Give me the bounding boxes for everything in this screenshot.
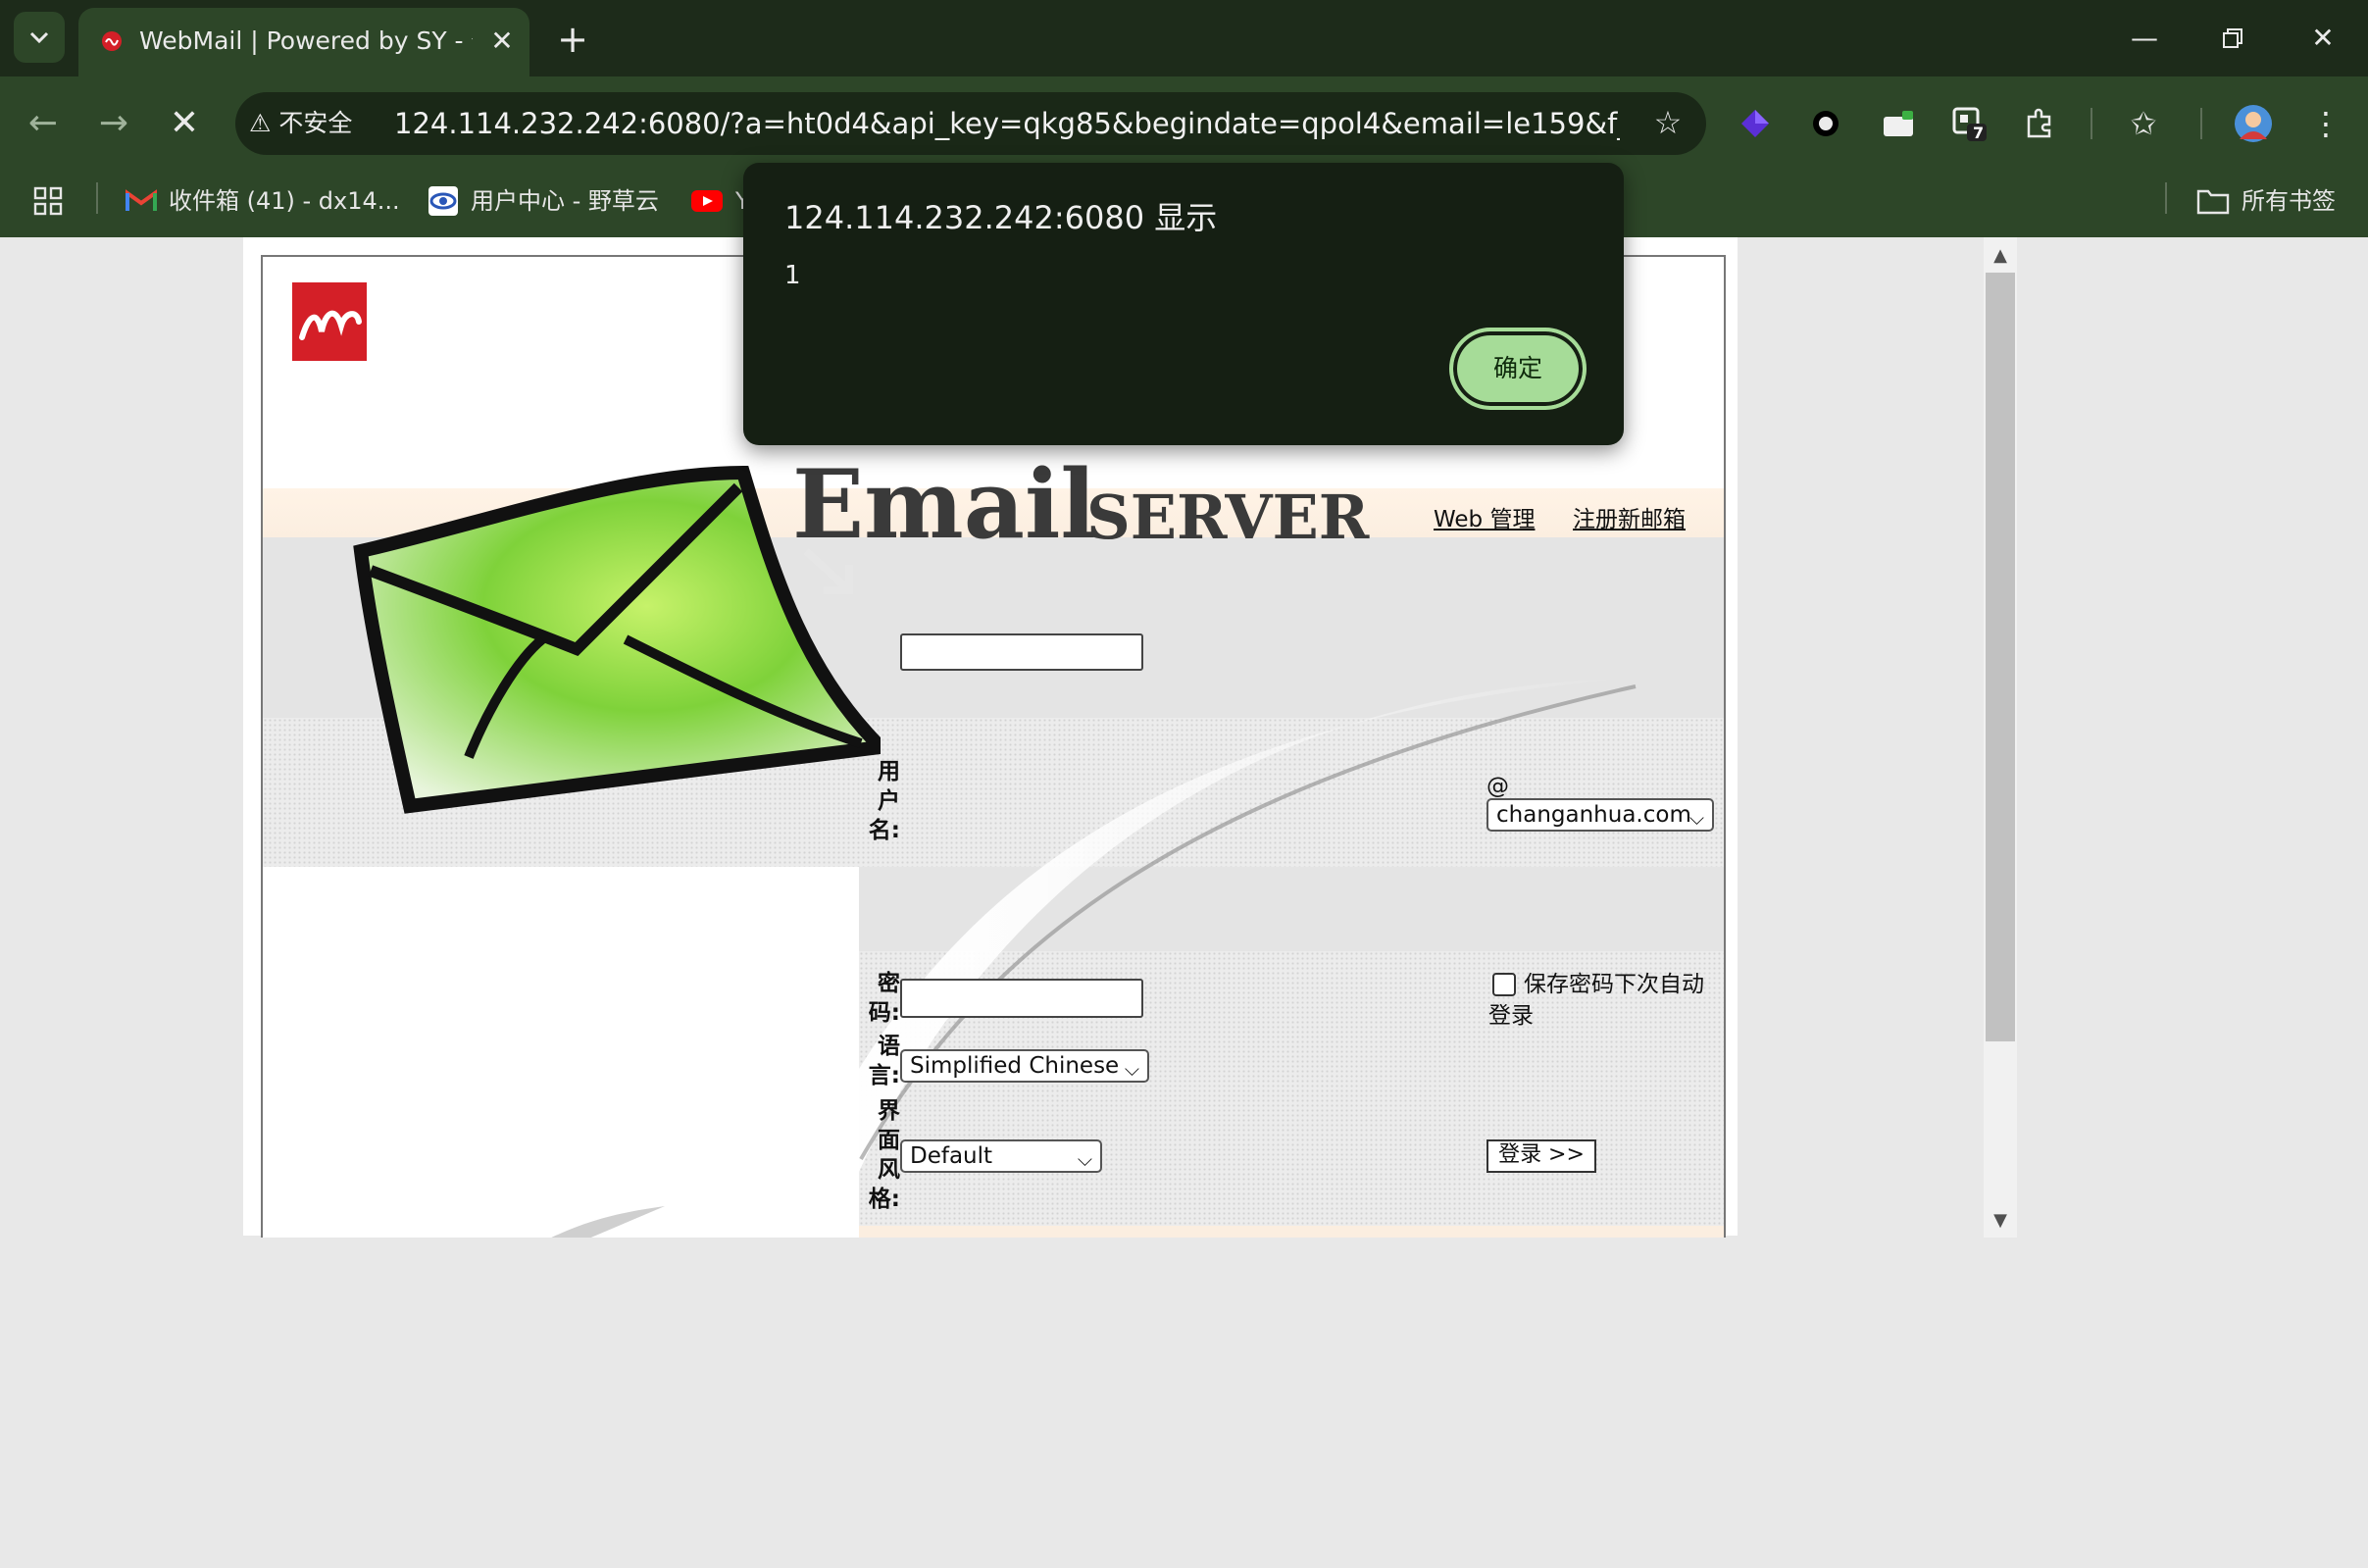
password-field[interactable] [900, 979, 1143, 1018]
wave-logo-icon [299, 310, 362, 340]
tab-search-button[interactable] [14, 12, 65, 63]
skin-select-value: Default [910, 1143, 993, 1169]
bookmark-label: 用户中心 - 野草云 [471, 187, 659, 215]
chevron-down-icon: ⌵ [1077, 1147, 1092, 1171]
reading-list-star-icon[interactable]: ✩ [2122, 102, 2165, 145]
bookmarks-separator [96, 182, 98, 214]
extension-badge-icon[interactable]: 7 [1947, 102, 1990, 145]
dialog-message: 1 [784, 261, 801, 290]
remember-label-2: 登录 [1488, 1003, 1534, 1029]
domain-select[interactable]: changanhua.com ⌵ [1486, 798, 1714, 832]
chevron-down-icon [29, 31, 49, 44]
scroll-up-arrow-icon[interactable]: ▲ [1984, 241, 2017, 271]
bookmark-star-icon[interactable]: ☆ [1645, 100, 1690, 145]
gmail-icon [126, 189, 157, 211]
extension-badge-count: 7 [1973, 124, 1985, 142]
close-window-icon[interactable]: ✕ [2289, 12, 2357, 65]
white-area [263, 867, 859, 1238]
web-admin-link[interactable]: Web 管理 [1434, 502, 1535, 537]
all-bookmarks-folder[interactable]: 所有书签 [2196, 177, 2336, 226]
back-icon[interactable]: ← [18, 98, 69, 149]
address-bar[interactable]: ⚠ 不安全 124.114.232.242:6080/?a=ht0d4&api_… [235, 92, 1706, 155]
security-chip[interactable]: ⚠ 不安全 [249, 102, 367, 145]
username-label: 用 户 名: [868, 759, 900, 843]
skin-select[interactable]: Default ⌵ [900, 1139, 1102, 1173]
bookmark-yecaoyun[interactable]: 用户中心 - 野草云 [428, 177, 659, 226]
chevron-down-icon: ⌵ [1688, 806, 1704, 830]
bottom-strip [859, 1226, 1724, 1238]
skin-label: 界 面 风 格: [868, 1098, 900, 1212]
bookmark-label: 收件箱 (41) - dx14... [169, 187, 400, 215]
language-label: 语 言: [868, 1034, 900, 1088]
domain-select-value: changanhua.com [1496, 802, 1691, 828]
restore-icon[interactable] [2198, 12, 2267, 65]
scrollbar-thumb[interactable] [1986, 273, 2015, 1041]
remember-label: 保存密码下次自动 [1524, 972, 1704, 997]
swoosh-tail [551, 1206, 665, 1238]
scroll-down-arrow-icon[interactable]: ▼ [1984, 1206, 2017, 1236]
stop-loading-icon[interactable]: ✕ [159, 98, 210, 149]
dialog-ok-button[interactable]: 确定 [1449, 328, 1587, 410]
profile-avatar[interactable] [2232, 102, 2275, 145]
new-tab-button[interactable]: + [547, 16, 598, 63]
site-favicon-icon [102, 31, 122, 51]
tab-bar: WebMail | Powered by SY - 登 ✕ + — ✕ [0, 0, 2368, 76]
extensions-puzzle-icon[interactable] [2018, 102, 2061, 145]
bookmark-gmail[interactable]: 收件箱 (41) - dx14... [126, 177, 400, 226]
dialog-title: 124.114.232.242:6080 显示 [784, 199, 1218, 236]
server-title: SERVER [1086, 481, 1370, 553]
site-logo [292, 282, 367, 361]
bookmarks-separator [2165, 182, 2167, 214]
extension-purple-icon[interactable] [1734, 102, 1777, 145]
toolbar-separator [2091, 108, 2092, 139]
tab-close-icon[interactable]: ✕ [484, 24, 520, 59]
password-label: 密 码: [868, 971, 900, 1026]
extension-wallet-icon[interactable] [1877, 102, 1920, 145]
tab-title: WebMail | Powered by SY - 登 [139, 26, 473, 55]
warning-icon: ⚠ [249, 109, 272, 137]
forward-icon[interactable]: → [88, 98, 139, 149]
language-select-value: Simplified Chinese [910, 1053, 1120, 1079]
toolbar-separator [2200, 108, 2202, 139]
active-tab[interactable]: WebMail | Powered by SY - 登 ✕ [78, 8, 529, 76]
all-bookmarks-label: 所有书签 [2242, 187, 2336, 215]
folder-icon [2196, 189, 2230, 215]
bookmark-youtube[interactable]: Y [690, 177, 750, 226]
register-link[interactable]: 注册新邮箱 [1573, 502, 1686, 537]
chevron-down-icon: ⌵ [1124, 1057, 1139, 1081]
alert-dialog: 124.114.232.242:6080 显示 1 确定 [743, 163, 1624, 445]
security-label: 不安全 [278, 109, 353, 137]
menu-kebab-icon[interactable]: ⋮ [2304, 102, 2347, 145]
remember-checkbox[interactable] [1492, 973, 1516, 996]
url-text[interactable]: 124.114.232.242:6080/?a=ht0d4&api_key=qk… [394, 102, 1620, 145]
apps-grid-icon[interactable] [33, 177, 63, 226]
language-select[interactable]: Simplified Chinese ⌵ [900, 1049, 1149, 1083]
youtube-icon [691, 190, 723, 212]
eye-logo-icon [428, 186, 458, 216]
top-input[interactable] [900, 633, 1143, 671]
login-button[interactable]: 登录 >> [1486, 1139, 1596, 1173]
minimize-icon[interactable]: — [2110, 12, 2179, 65]
extension-ring-icon[interactable] [1804, 102, 1847, 145]
